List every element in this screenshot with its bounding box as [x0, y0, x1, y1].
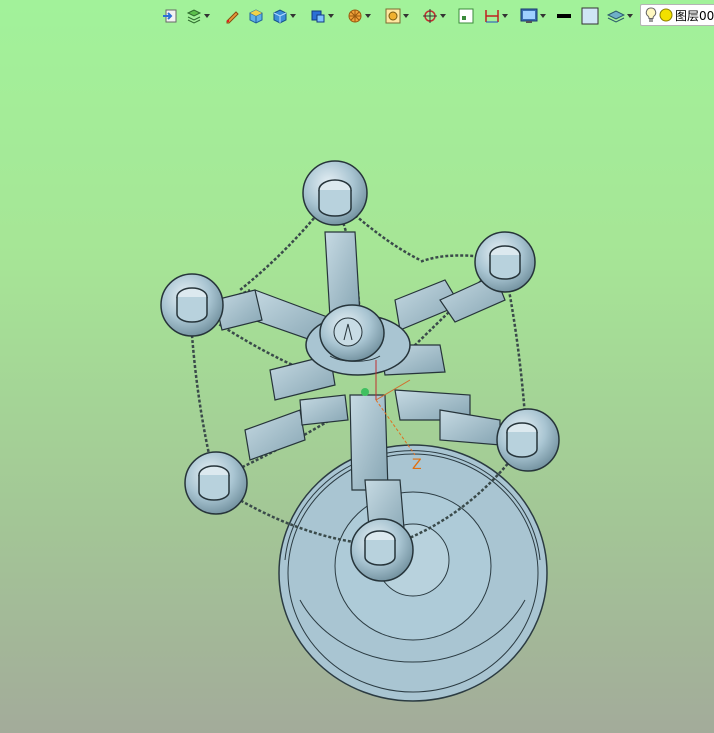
chevron-down-icon [502, 14, 508, 18]
z-axis-label: Z [412, 457, 422, 473]
toolbar: 图层00 [0, 0, 714, 32]
shaded-cube-icon [273, 9, 287, 24]
line-color-swatch-icon [557, 14, 571, 18]
chevron-down-icon [627, 14, 633, 18]
import-button[interactable] [162, 5, 178, 27]
display-settings-icon [520, 8, 538, 23]
candle-cup [496, 408, 560, 472]
candle-cup [160, 273, 224, 337]
shaded-cube-button[interactable] [272, 5, 296, 27]
candle-cup [350, 518, 414, 582]
fill-color-swatch-icon [581, 7, 599, 25]
candle-cup [302, 160, 368, 226]
render-frame-icon [385, 8, 401, 24]
chevron-down-icon [440, 14, 446, 18]
view-cube-button[interactable] [310, 5, 334, 27]
3d-viewport[interactable]: Z [0, 32, 714, 733]
chevron-down-icon [290, 14, 296, 18]
layer-name: 图层00 [675, 8, 714, 23]
snap-target-icon [423, 9, 437, 23]
solid-box-button[interactable] [248, 5, 264, 27]
candle-cup [184, 451, 248, 515]
layer-stack-icon [607, 10, 625, 23]
dimension-button[interactable] [484, 5, 508, 27]
snap-target-button[interactable] [422, 5, 446, 27]
layer-selector[interactable]: 图层00 [640, 4, 714, 26]
chevron-down-icon [540, 14, 546, 18]
fill-color-button[interactable] [581, 5, 599, 27]
chevron-down-icon [365, 14, 371, 18]
layers-button[interactable] [186, 5, 210, 27]
pencil-icon [226, 11, 239, 24]
layer-stack-button[interactable] [607, 5, 633, 27]
fit-view-button[interactable] [458, 5, 474, 27]
sphere-pattern-button[interactable] [347, 5, 371, 27]
render-frame-button[interactable] [385, 5, 409, 27]
solid-box-icon [249, 9, 263, 24]
lightbulb-icon [645, 7, 657, 22]
dimension-icon [485, 10, 499, 23]
chevron-down-icon [204, 14, 210, 18]
fit-view-icon [458, 8, 474, 24]
import-icon [163, 9, 177, 23]
sketch-button[interactable] [224, 5, 240, 27]
chevron-down-icon [328, 14, 334, 18]
layer-status-dot [659, 8, 673, 22]
line-color-button[interactable] [556, 5, 572, 27]
layers-icon [186, 9, 202, 24]
base-plate [278, 444, 548, 702]
display-settings-button[interactable] [520, 5, 546, 27]
candle-cup [474, 231, 536, 293]
view-cube-icon [311, 10, 325, 23]
sphere-pattern-icon [348, 9, 362, 23]
chevron-down-icon [403, 14, 409, 18]
